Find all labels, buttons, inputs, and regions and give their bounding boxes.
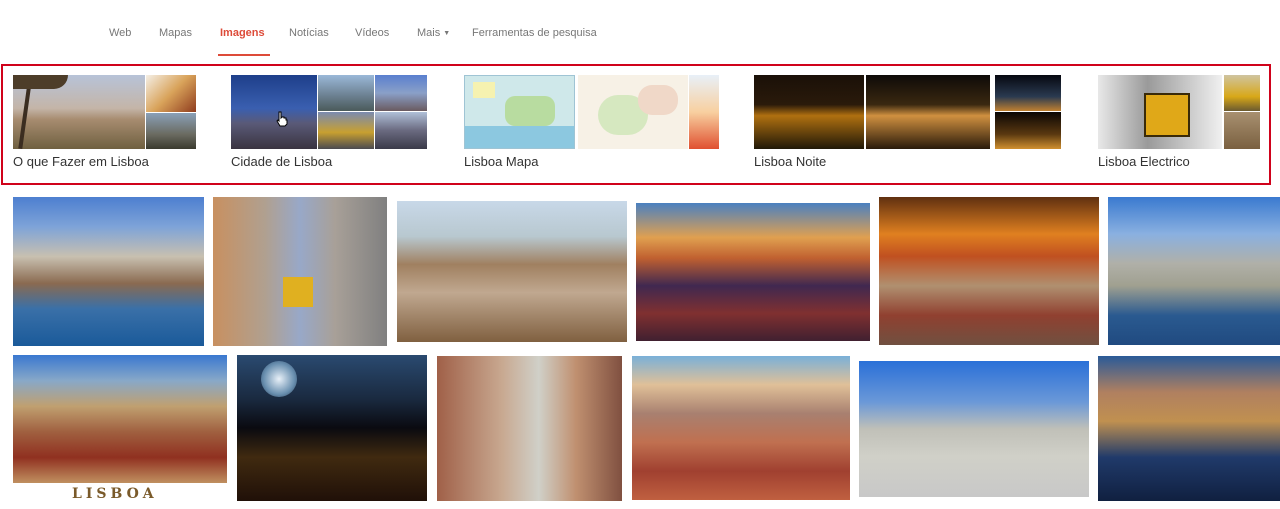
thumbnail-image — [375, 112, 427, 149]
related-search-label: Cidade de Lisboa — [231, 154, 333, 169]
related-search-label: Lisboa Mapa — [464, 154, 539, 169]
thumbnail-image — [146, 75, 196, 112]
image-result[interactable] — [13, 355, 227, 483]
thumbnail-image — [1224, 75, 1260, 111]
related-search-label: Lisboa Noite — [754, 154, 827, 169]
image-result[interactable] — [1098, 356, 1280, 501]
tab-videos[interactable]: Vídeos — [355, 27, 389, 39]
image-result[interactable] — [437, 356, 622, 501]
related-search-label: O que Fazer em Lisboa — [13, 154, 149, 169]
image-result[interactable] — [1108, 197, 1280, 345]
map-thumbnail — [578, 75, 688, 149]
tab-web[interactable]: Web — [109, 27, 131, 39]
thumbnail-image — [1224, 112, 1260, 149]
image-result[interactable] — [859, 361, 1089, 497]
lisboa-logo-text: LISBOA — [72, 486, 158, 502]
thumbnail-image — [146, 113, 196, 149]
image-result[interactable] — [632, 356, 850, 500]
related-search-mapa[interactable]: Lisboa Mapa — [464, 75, 724, 175]
tab-mais-label: Mais — [417, 27, 441, 39]
map-thumbnail — [689, 75, 719, 149]
related-search-label: Lisboa Electrico — [1098, 154, 1190, 169]
image-result[interactable] — [13, 197, 204, 346]
thumbnail-image — [1098, 75, 1222, 149]
thumbnail-image — [231, 75, 317, 149]
map-thumbnail — [464, 75, 575, 149]
related-search-cidade[interactable]: Cidade de Lisboa — [231, 75, 431, 175]
thumbnail-image — [318, 112, 374, 149]
tab-noticias[interactable]: Notícias — [289, 27, 329, 39]
tab-imagens[interactable]: Imagens — [220, 27, 265, 39]
thumbnail-image — [318, 75, 374, 111]
image-result[interactable] — [237, 355, 427, 501]
tab-mais[interactable]: Mais ▼ — [417, 27, 450, 39]
thumbnail-image — [754, 75, 864, 149]
related-search-noite[interactable]: Lisboa Noite — [754, 75, 1064, 175]
related-search-o-que-fazer[interactable]: O que Fazer em Lisboa — [13, 75, 198, 175]
related-search-electrico[interactable]: Lisboa Electrico — [1098, 75, 1268, 175]
thumbnail-image — [13, 75, 145, 149]
thumbnail-image — [375, 75, 427, 111]
image-result[interactable] — [636, 203, 870, 341]
active-tab-indicator — [218, 54, 270, 56]
search-tabs: Web Mapas Imagens Notícias Vídeos Mais ▼ … — [0, 0, 1280, 58]
chevron-down-icon: ▼ — [443, 30, 451, 37]
tab-mapas[interactable]: Mapas — [159, 27, 192, 39]
hand-cursor-icon — [276, 111, 288, 127]
image-result[interactable] — [213, 197, 387, 346]
thumbnail-image — [995, 112, 1061, 149]
thumbnail-image — [995, 75, 1061, 111]
tab-ferramentas[interactable]: Ferramentas de pesquisa — [472, 27, 597, 39]
image-result[interactable] — [879, 197, 1099, 345]
image-result[interactable] — [397, 201, 627, 342]
thumbnail-image — [866, 75, 990, 149]
